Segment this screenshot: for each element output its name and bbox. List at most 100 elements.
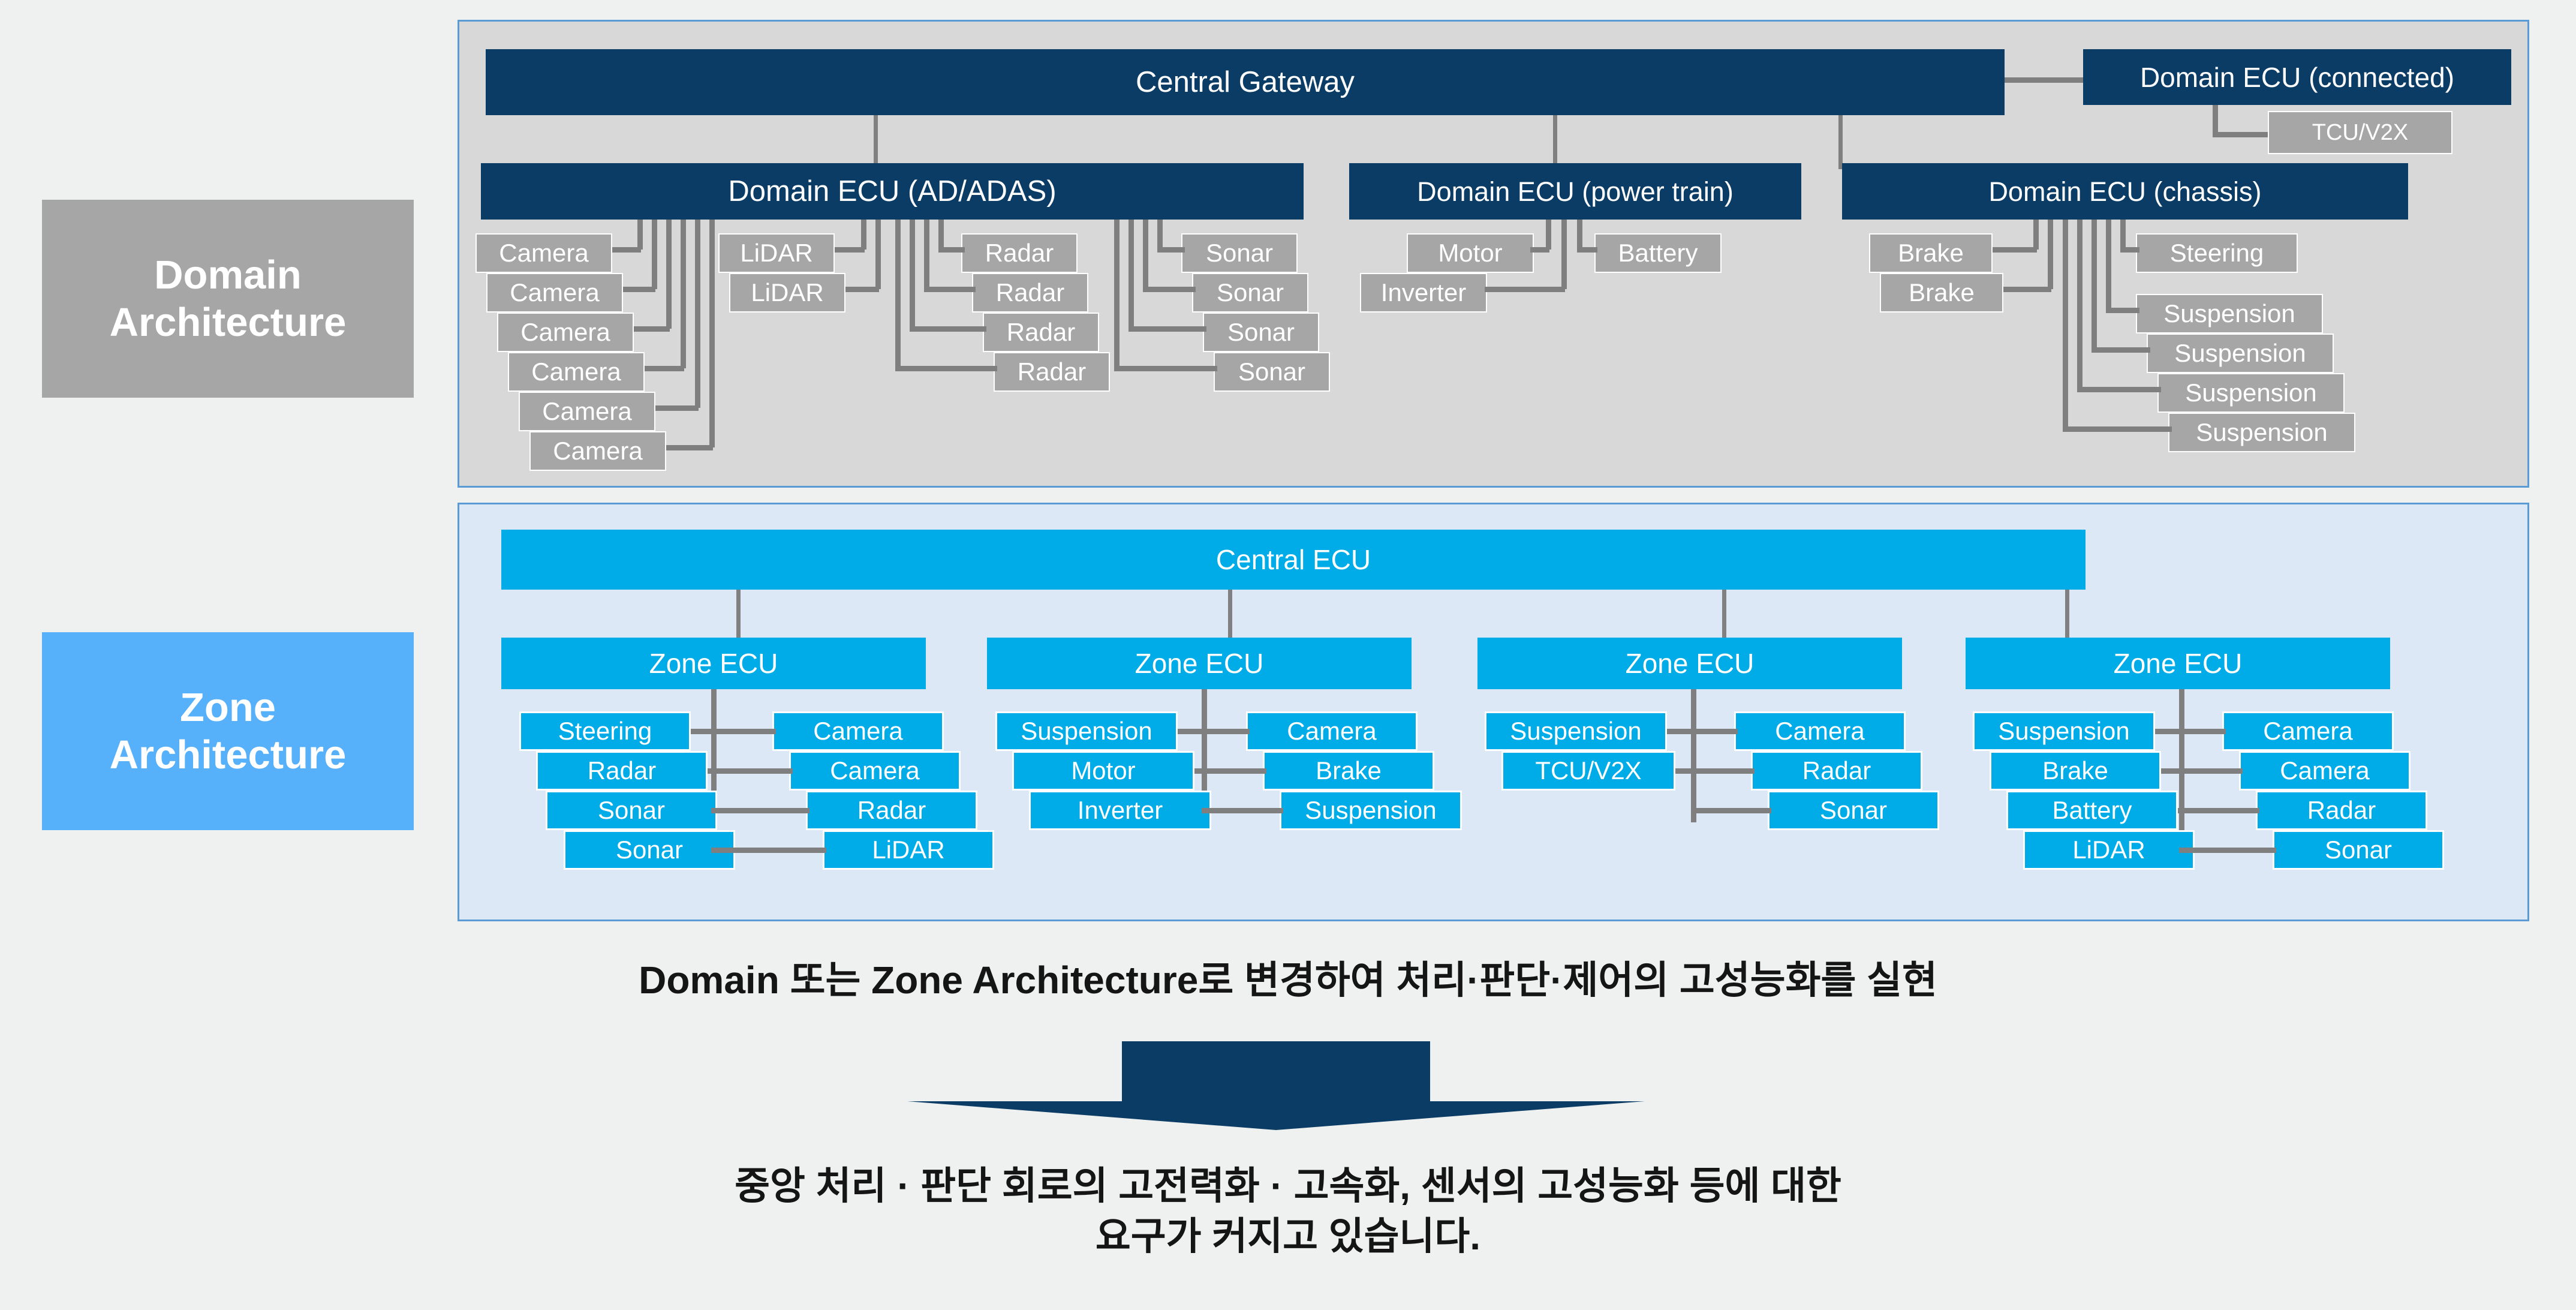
domain-leaf-sonar-1[interactable]: Sonar (1181, 233, 1298, 273)
zone3-right-leaf-2[interactable]: Radar (1751, 751, 1922, 791)
zone4-left-leaf-2[interactable]: Brake (1990, 751, 2161, 791)
zone-ecu-box-1[interactable]: Zone ECU (501, 638, 926, 689)
zone3-left-leaf-1[interactable]: Suspension (1485, 711, 1667, 751)
zone1-right-leaf-2[interactable]: Camera (789, 751, 961, 791)
zone1-left-leaf-3[interactable]: Sonar (546, 791, 717, 830)
zone4-left-leaf-4[interactable]: LiDAR (2023, 830, 2195, 870)
bus-camera-4-v (681, 220, 686, 368)
zone1-right-leaf-3[interactable]: Radar (806, 791, 977, 830)
domain-ecu-connected-box[interactable]: Domain ECU (connected) (2083, 49, 2511, 105)
bus-radar-4-v (895, 220, 901, 368)
zone-ecu-box-3[interactable]: Zone ECU (1477, 638, 1902, 689)
bus-brake-1-h (1993, 247, 2037, 253)
bus-camera-6-h (666, 445, 713, 450)
bus-radar-2-h (924, 287, 976, 292)
zone3-right-leaf-3[interactable]: Sonar (1768, 791, 1939, 830)
central-ecu-box[interactable]: Central ECU (501, 530, 2086, 590)
zone3-spine (1691, 689, 1696, 822)
zone3-right-leaf-1[interactable]: Camera (1734, 711, 1906, 751)
zone2-left-leaf-1[interactable]: Suspension (995, 711, 1178, 751)
domain-leaf-tcu-v2x[interactable]: TCU/V2X (2268, 111, 2452, 154)
domain-leaf-steering[interactable]: Steering (2136, 233, 2298, 273)
bus-susp-3-v (2077, 220, 2083, 389)
bus-lidar-2-v (875, 220, 881, 289)
domain-leaf-suspension-3[interactable]: Suspension (2157, 373, 2345, 413)
zone1-rung-2 (708, 768, 793, 774)
zone4-right-leaf-3[interactable]: Radar (2256, 791, 2427, 830)
zone2-right-leaf-3[interactable]: Suspension (1280, 791, 1462, 830)
domain-leaf-brake-1[interactable]: Brake (1869, 233, 1993, 273)
domain-leaf-camera-5[interactable]: Camera (519, 392, 655, 431)
zone4-rung-2 (2161, 768, 2243, 774)
domain-ecu-powertrain-box[interactable]: Domain ECU (power train) (1349, 163, 1801, 220)
zone1-rung-1 (691, 729, 776, 734)
domain-leaf-sonar-3[interactable]: Sonar (1203, 313, 1319, 352)
domain-leaf-battery[interactable]: Battery (1594, 233, 1722, 273)
zone4-rung-1 (2155, 729, 2226, 734)
caption-bottom-text: 중앙 처리 · 판단 회로의 고전력화 · 고속화, 센서의 고성능화 등에 대… (735, 1164, 1841, 1258)
zone1-left-leaf-2[interactable]: Radar (536, 751, 708, 791)
zone4-rung-4 (2179, 848, 2276, 853)
domain-leaf-suspension-1[interactable]: Suspension (2136, 294, 2323, 333)
zone4-left-leaf-1[interactable]: Suspension (1973, 711, 2155, 751)
domain-leaf-camera-6[interactable]: Camera (529, 431, 666, 471)
zone4-right-leaf-4[interactable]: Sonar (2273, 830, 2444, 870)
domain-ecu-chassis-box[interactable]: Domain ECU (chassis) (1842, 163, 2408, 220)
bus-brake-2-h (2003, 287, 2051, 292)
zone2-right-leaf-2[interactable]: Brake (1263, 751, 1434, 791)
zone4-right-leaf-1[interactable]: Camera (2222, 711, 2394, 751)
zone2-left-leaf-3[interactable]: Inverter (1029, 791, 1211, 830)
domain-leaf-camera-4[interactable]: Camera (508, 352, 645, 392)
bus-susp-1-v (2106, 220, 2111, 310)
domain-leaf-camera-2[interactable]: Camera (486, 273, 623, 313)
domain-leaf-brake-2[interactable]: Brake (1880, 273, 2003, 313)
zone2-rung-2 (1194, 768, 1266, 774)
bus-camera-1-v (637, 220, 643, 250)
bus-susp-3-h (2077, 387, 2161, 392)
bus-camera-3-v (666, 220, 672, 329)
bus-radar-1-v (938, 220, 944, 250)
bus-camera-5-v (695, 220, 700, 408)
zone2-left-leaf-2[interactable]: Motor (1012, 751, 1194, 791)
zone4-right-leaf-2[interactable]: Camera (2239, 751, 2411, 791)
zone1-right-leaf-4[interactable]: LiDAR (823, 830, 994, 870)
bus-sonar-3-v (1128, 220, 1134, 329)
zone3-left-leaf-2[interactable]: TCU/V2X (1501, 751, 1675, 791)
bus-steering-v (2120, 220, 2126, 250)
domain-leaf-radar-1[interactable]: Radar (961, 233, 1078, 273)
domain-leaf-motor[interactable]: Motor (1407, 233, 1534, 273)
bus-camera-5-h (655, 405, 699, 411)
zone1-rung-3 (711, 808, 809, 813)
domain-leaf-inverter[interactable]: Inverter (1360, 273, 1487, 313)
domain-leaf-lidar-1[interactable]: LiDAR (718, 233, 835, 273)
zone4-left-leaf-3[interactable]: Battery (2006, 791, 2178, 830)
connector-gateway-connected (2005, 77, 2083, 83)
bus-radar-1-h (938, 247, 965, 253)
central-gateway-box[interactable]: Central Gateway (486, 49, 2005, 115)
bus-sonar-4-h (1114, 366, 1217, 371)
zone-ecu-box-2[interactable]: Zone ECU (987, 638, 1412, 689)
domain-leaf-camera-1[interactable]: Camera (476, 233, 612, 273)
domain-ecu-adas-box[interactable]: Domain ECU (AD/ADAS) (481, 163, 1304, 220)
zone1-left-leaf-1[interactable]: Steering (519, 711, 691, 751)
bus-camera-2-v (652, 220, 657, 289)
zone-ecu-box-4[interactable]: Zone ECU (1966, 638, 2390, 689)
domain-leaf-radar-3[interactable]: Radar (983, 313, 1099, 352)
domain-leaf-camera-3[interactable]: Camera (497, 313, 634, 352)
zone1-left-leaf-4[interactable]: Sonar (564, 830, 735, 870)
domain-leaf-sonar-4[interactable]: Sonar (1214, 352, 1330, 392)
domain-leaf-suspension-2[interactable]: Suspension (2147, 333, 2334, 373)
domain-leaf-radar-4[interactable]: Radar (994, 352, 1110, 392)
bus-sonar-3-h (1128, 326, 1206, 332)
down-arrow-icon (907, 1041, 1645, 1130)
domain-leaf-sonar-2[interactable]: Sonar (1192, 273, 1308, 313)
zone1-right-leaf-1[interactable]: Camera (772, 711, 944, 751)
bus-susp-4-v (2063, 220, 2068, 429)
bus-motor-v (1546, 220, 1551, 250)
bus-motor-h (1530, 247, 1549, 253)
domain-leaf-radar-2[interactable]: Radar (972, 273, 1088, 313)
domain-leaf-suspension-4[interactable]: Suspension (2168, 413, 2355, 452)
zone2-right-leaf-1[interactable]: Camera (1246, 711, 1418, 751)
domain-leaf-lidar-2[interactable]: LiDAR (729, 273, 845, 313)
bus-sonar-1-h (1157, 247, 1185, 253)
